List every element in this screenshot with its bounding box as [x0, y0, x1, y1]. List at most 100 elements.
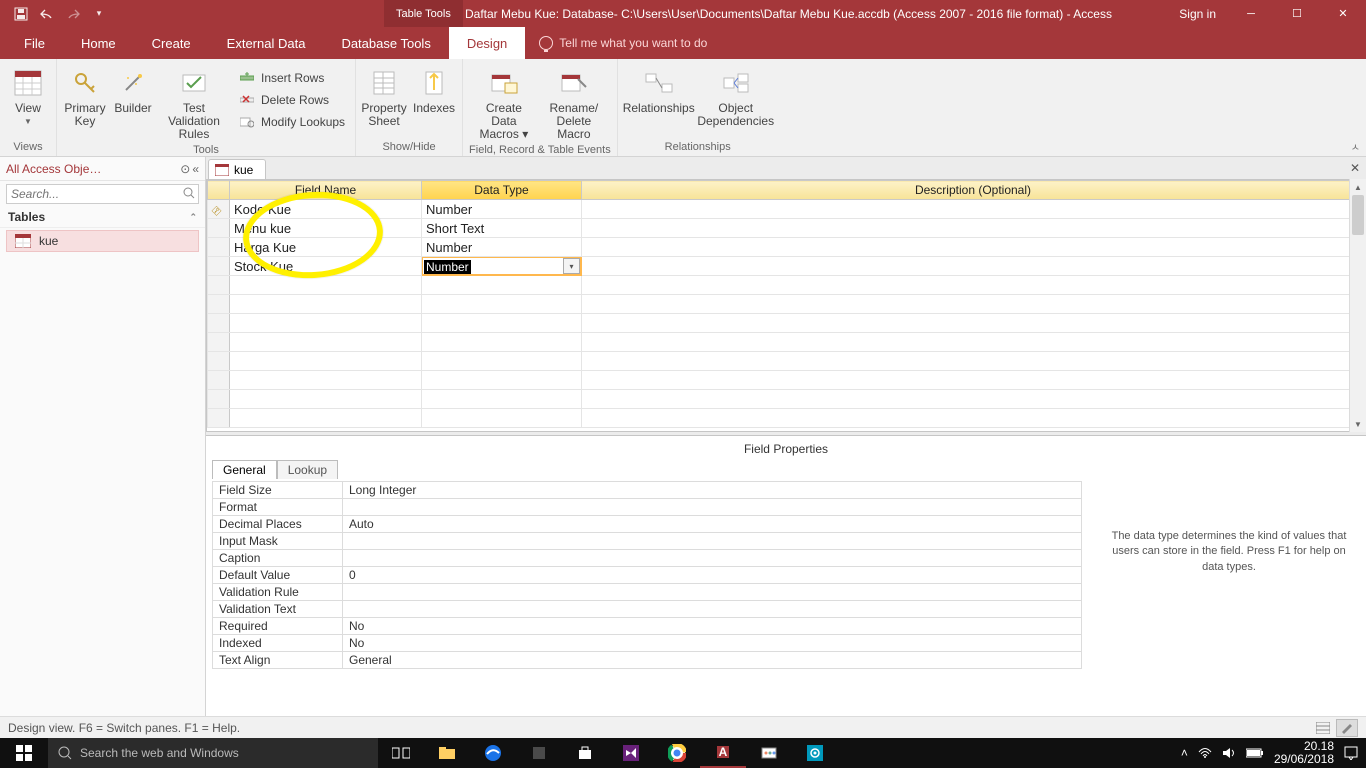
design-view-button[interactable]	[1336, 719, 1358, 737]
row-selector-header[interactable]	[208, 181, 230, 200]
property-row[interactable]: Decimal PlacesAuto	[213, 516, 1082, 533]
property-row[interactable]: Default Value0	[213, 567, 1082, 584]
data-type-cell[interactable]: Number	[422, 200, 582, 219]
qat-customize-icon[interactable]: ▾	[86, 0, 112, 27]
property-value[interactable]: No	[343, 635, 1082, 652]
taskbar-search[interactable]: Search the web and Windows	[48, 738, 378, 768]
store-icon[interactable]	[562, 738, 608, 768]
col-description[interactable]: Description (Optional)	[582, 181, 1365, 200]
nav-group-tables[interactable]: Tables⌃	[0, 207, 205, 228]
access-icon[interactable]: A	[700, 738, 746, 768]
property-value[interactable]	[343, 533, 1082, 550]
property-row[interactable]: IndexedNo	[213, 635, 1082, 652]
builder-button[interactable]: Builder	[113, 63, 153, 115]
edge-icon[interactable]	[470, 738, 516, 768]
tell-me[interactable]: Tell me what you want to do	[525, 27, 707, 59]
property-value[interactable]	[343, 601, 1082, 618]
grid-row[interactable]	[208, 390, 1365, 409]
view-button[interactable]: View ▼	[6, 63, 50, 127]
undo-icon[interactable]	[34, 0, 60, 27]
col-data-type[interactable]: Data Type	[422, 181, 582, 200]
data-type-cell[interactable]: Short Text	[422, 219, 582, 238]
insert-rows-button[interactable]: Insert Rows	[235, 69, 349, 87]
grid-row[interactable]	[208, 352, 1365, 371]
row-selector[interactable]	[208, 219, 230, 238]
field-name-cell[interactable]: Menu kue	[230, 219, 422, 238]
property-value[interactable]: Auto	[343, 516, 1082, 533]
tab-design[interactable]: Design	[449, 27, 525, 59]
desc-cell[interactable]	[582, 219, 1365, 238]
desc-cell[interactable]	[582, 257, 1365, 276]
property-value[interactable]: Long Integer	[343, 482, 1082, 499]
grid-row[interactable]	[208, 276, 1365, 295]
row-selector[interactable]	[208, 257, 230, 276]
tab-create[interactable]: Create	[134, 27, 209, 59]
field-name-cell[interactable]: Kode Kue	[230, 200, 422, 219]
dropdown-arrow-icon[interactable]: ▾	[563, 258, 580, 274]
col-field-name[interactable]: Field Name	[230, 181, 422, 200]
grid-row[interactable]: Harga KueNumber	[208, 238, 1365, 257]
nav-dropdown-icon[interactable]: ⊙	[180, 162, 190, 176]
property-row[interactable]: Field SizeLong Integer	[213, 482, 1082, 499]
test-validation-button[interactable]: Test Validation Rules	[159, 63, 229, 142]
grid-row[interactable]: Menu kueShort Text	[208, 219, 1365, 238]
field-name-cell[interactable]: Stock Kue	[230, 257, 422, 276]
object-dependencies-button[interactable]: Object Dependencies	[700, 63, 772, 128]
grid-row[interactable]	[208, 371, 1365, 390]
settings-shortcut-icon[interactable]	[516, 738, 562, 768]
prop-tab-lookup[interactable]: Lookup	[277, 460, 338, 479]
property-sheet-button[interactable]: Property Sheet	[362, 63, 406, 128]
property-row[interactable]: RequiredNo	[213, 618, 1082, 635]
property-row[interactable]: Text AlignGeneral	[213, 652, 1082, 669]
explorer-icon[interactable]	[424, 738, 470, 768]
rename-delete-macro-button[interactable]: Rename/ Delete Macro	[541, 63, 607, 142]
chrome-icon[interactable]	[654, 738, 700, 768]
paint-icon[interactable]	[746, 738, 792, 768]
maximize-button[interactable]: ☐	[1274, 0, 1320, 27]
close-doc-icon[interactable]: ✕	[1350, 161, 1360, 175]
volume-icon[interactable]	[1222, 747, 1236, 759]
sign-in-link[interactable]: Sign in	[1179, 0, 1216, 27]
field-name-cell[interactable]: Harga Kue	[230, 238, 422, 257]
scroll-up-icon[interactable]: ▲	[1350, 179, 1366, 195]
grid-row[interactable]: ⚿Kode KueNumber	[208, 200, 1365, 219]
data-type-cell-active[interactable]: Number▾	[422, 257, 582, 276]
row-selector[interactable]: ⚿	[208, 200, 230, 219]
vs-icon[interactable]	[608, 738, 654, 768]
nav-header[interactable]: All Access Obje… ⊙«	[0, 157, 205, 181]
property-row[interactable]: Format	[213, 499, 1082, 516]
property-row[interactable]: Validation Text	[213, 601, 1082, 618]
save-icon[interactable]	[8, 0, 34, 27]
grid-row[interactable]	[208, 295, 1365, 314]
tab-file[interactable]: File	[6, 27, 63, 59]
vertical-scrollbar[interactable]: ▲▼	[1349, 179, 1366, 432]
property-row[interactable]: Validation Rule	[213, 584, 1082, 601]
data-type-cell[interactable]: Number	[422, 238, 582, 257]
nav-item-kue[interactable]: kue	[6, 230, 199, 252]
tray-chevron-icon[interactable]: ˄	[1181, 746, 1188, 760]
search-icon[interactable]	[183, 187, 195, 199]
prop-tab-general[interactable]: General	[212, 460, 277, 479]
doc-tab-kue[interactable]: kue	[208, 159, 266, 179]
battery-icon[interactable]	[1246, 748, 1264, 758]
settings-icon[interactable]	[792, 738, 838, 768]
close-button[interactable]: ✕	[1320, 0, 1366, 27]
property-value[interactable]	[343, 550, 1082, 567]
grid-row[interactable]	[208, 409, 1365, 428]
property-value[interactable]: 0	[343, 567, 1082, 584]
grid-row[interactable]	[208, 314, 1365, 333]
task-view-icon[interactable]	[378, 738, 424, 768]
property-value[interactable]	[343, 499, 1082, 516]
row-selector[interactable]	[208, 238, 230, 257]
desc-cell[interactable]	[582, 238, 1365, 257]
collapse-ribbon-icon[interactable]: ㅅ	[1351, 139, 1360, 154]
start-button[interactable]	[0, 738, 48, 768]
minimize-button[interactable]: ─	[1228, 0, 1274, 27]
scroll-thumb[interactable]	[1352, 195, 1364, 235]
primary-key-button[interactable]: Primary Key	[63, 63, 107, 128]
clock[interactable]: 20.1829/06/2018	[1274, 740, 1334, 766]
modify-lookups-button[interactable]: Modify Lookups	[235, 113, 349, 131]
tab-home[interactable]: Home	[63, 27, 134, 59]
nav-collapse-icon[interactable]: «	[192, 162, 199, 176]
tab-database-tools[interactable]: Database Tools	[323, 27, 448, 59]
